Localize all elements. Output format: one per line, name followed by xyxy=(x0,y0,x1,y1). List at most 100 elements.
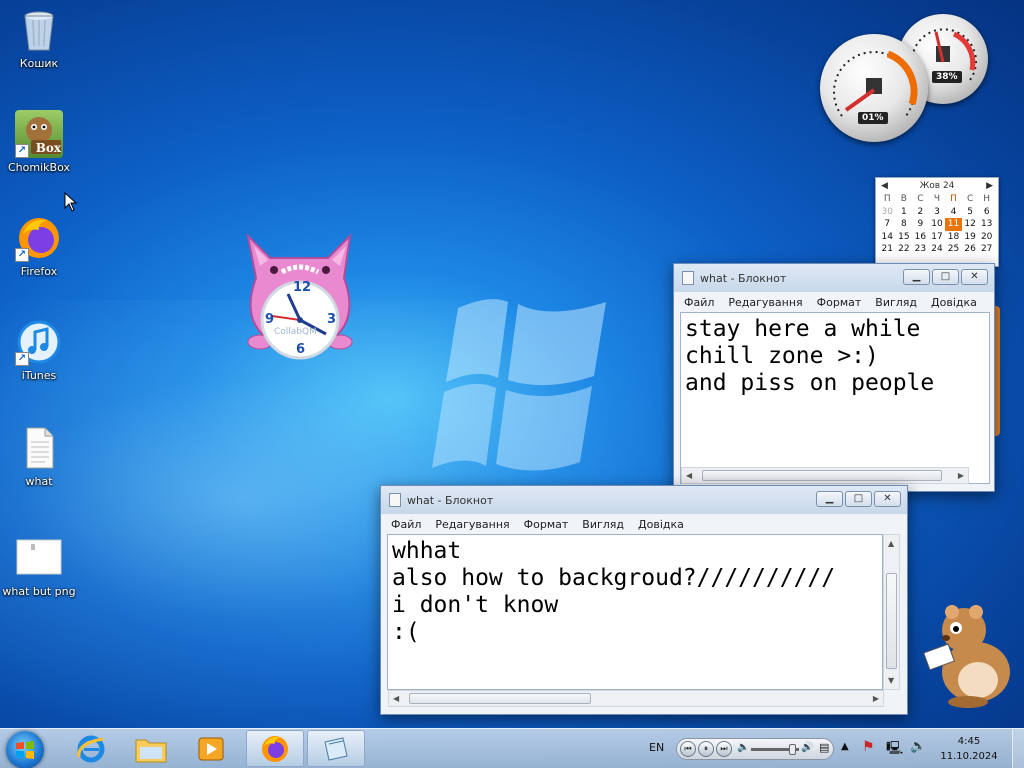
system-clock[interactable]: 4:45 11.10.2024 xyxy=(934,734,1004,764)
clock-watermark: CollabQM xyxy=(274,327,317,337)
desktop-icon-what-png[interactable]: what but png xyxy=(2,534,76,598)
calendar-gadget[interactable]: ◀ Жов 24 ▶ П В С Ч П С Н 30 1 2 3 4 5 6 … xyxy=(875,177,999,267)
calendar-day[interactable]: 14 xyxy=(879,231,896,244)
calendar-day[interactable]: 20 xyxy=(978,231,995,244)
menu-format[interactable]: Формат xyxy=(524,518,569,531)
horizontal-scrollbar[interactable]: ◀ ▶ xyxy=(681,467,969,484)
menu-view[interactable]: Вигляд xyxy=(582,518,624,531)
scrollbar-thumb[interactable] xyxy=(409,693,591,704)
calendar-day[interactable]: 9 xyxy=(912,218,929,231)
calendar-day[interactable]: 15 xyxy=(896,231,913,244)
scrollbar-thumb[interactable] xyxy=(886,573,897,669)
close-button[interactable]: ✕ xyxy=(961,269,988,285)
calendar-day[interactable]: 18 xyxy=(945,231,962,244)
maximize-button[interactable]: □ xyxy=(932,269,959,285)
taskbar-firefox[interactable] xyxy=(246,730,304,767)
vertical-scrollbar[interactable]: ▲ ▼ xyxy=(883,534,900,690)
cpu-meter-gadget[interactable]: 38% 01% xyxy=(818,14,990,146)
scroll-left-icon[interactable]: ◀ xyxy=(393,694,399,703)
text-editor-area[interactable]: whhat also how to backgroud?//////////i d… xyxy=(387,534,883,690)
calendar-day[interactable]: 6 xyxy=(978,206,995,219)
image-file-icon xyxy=(15,534,63,582)
notepad-icon xyxy=(324,736,348,761)
calendar-next-button[interactable]: ▶ xyxy=(986,181,993,191)
desktop-icon-label: Кошик xyxy=(19,57,59,70)
menu-edit[interactable]: Редагування xyxy=(728,296,802,309)
recycle-bin-icon xyxy=(15,6,63,54)
cat-clock-gadget[interactable]: 12 3 6 9 CollabQM xyxy=(238,232,362,360)
show-desktop-button[interactable] xyxy=(1012,729,1024,768)
menu-view[interactable]: Вигляд xyxy=(875,296,917,309)
horizontal-scrollbar[interactable]: ◀ ▶ xyxy=(388,690,884,707)
taskbar-notepad[interactable] xyxy=(307,730,365,767)
calendar-prev-button[interactable]: ◀ xyxy=(881,181,888,191)
menu-edit[interactable]: Редагування xyxy=(435,518,509,531)
desktop-icon-itunes[interactable]: ↗ iTunes xyxy=(2,318,76,382)
taskbar-media-player[interactable] xyxy=(182,730,240,767)
calendar-day[interactable]: 27 xyxy=(978,243,995,256)
calendar-day-today[interactable]: 11 xyxy=(945,218,962,231)
calendar-weekday: П xyxy=(950,194,957,205)
calendar-day[interactable]: 8 xyxy=(896,218,913,231)
scroll-up-icon[interactable]: ▲ xyxy=(888,539,894,548)
minimize-button[interactable]: ▁ xyxy=(816,491,843,507)
calendar-day[interactable]: 4 xyxy=(945,206,962,219)
media-menu-icon[interactable]: ▤ xyxy=(819,741,829,754)
memory-percent: 38% xyxy=(932,71,962,83)
next-track-button[interactable]: ⏭ xyxy=(716,741,732,757)
previous-track-button[interactable]: ⏮ xyxy=(680,741,696,757)
calendar-day[interactable]: 19 xyxy=(962,231,979,244)
show-hidden-icons-button[interactable]: ▲ xyxy=(841,741,849,752)
scroll-left-icon[interactable]: ◀ xyxy=(686,471,692,480)
calendar-day[interactable]: 10 xyxy=(929,218,946,231)
action-center-flag-icon[interactable]: ⚑ xyxy=(862,739,875,755)
calendar-day[interactable]: 1 xyxy=(896,206,913,219)
network-icon[interactable]: 🖳 xyxy=(886,739,903,761)
calendar-day[interactable]: 25 xyxy=(945,243,962,256)
scroll-right-icon[interactable]: ▶ xyxy=(873,694,879,703)
window-titlebar[interactable]: what - Блокнот ▁ □ ✕ xyxy=(381,486,907,514)
calendar-day[interactable]: 22 xyxy=(896,243,913,256)
desktop-icon-recycle-bin[interactable]: Кошик xyxy=(2,6,76,70)
menu-file[interactable]: Файл xyxy=(684,296,714,309)
calendar-day[interactable]: 21 xyxy=(879,243,896,256)
scroll-right-icon[interactable]: ▶ xyxy=(958,471,964,480)
desktop-icon-chomikbox[interactable]: Box ↗ ChomikBox xyxy=(2,110,76,174)
start-button[interactable] xyxy=(6,731,44,768)
shortcut-arrow-icon: ↗ xyxy=(15,248,29,262)
close-button[interactable]: ✕ xyxy=(874,491,901,507)
menu-help[interactable]: Довідка xyxy=(931,296,977,309)
scroll-down-icon[interactable]: ▼ xyxy=(888,676,894,685)
calendar-day[interactable]: 13 xyxy=(978,218,995,231)
volume-slider-handle[interactable] xyxy=(789,744,796,755)
calendar-day[interactable]: 12 xyxy=(962,218,979,231)
text-editor-area[interactable]: stay here a while chill zone >:) and piss … xyxy=(680,312,990,484)
calendar-day[interactable]: 24 xyxy=(929,243,946,256)
desktop-icon-what-txt[interactable]: what xyxy=(2,424,76,488)
minimize-button[interactable]: ▁ xyxy=(903,269,930,285)
calendar-day[interactable]: 5 xyxy=(962,206,979,219)
calendar-day[interactable]: 26 xyxy=(962,243,979,256)
menu-help[interactable]: Довідка xyxy=(638,518,684,531)
language-indicator[interactable]: EN xyxy=(649,741,664,754)
calendar-day[interactable]: 7 xyxy=(879,218,896,231)
taskbar-internet-explorer[interactable] xyxy=(62,730,120,767)
calendar-day[interactable]: 23 xyxy=(912,243,929,256)
menu-file[interactable]: Файл xyxy=(391,518,421,531)
pause-button[interactable]: ⏸ xyxy=(698,741,714,757)
calendar-day[interactable]: 30 xyxy=(879,206,896,219)
volume-tray-icon[interactable]: 🔉 xyxy=(910,739,926,754)
scrollbar-thumb[interactable] xyxy=(702,470,942,481)
notepad-window-back[interactable]: what - Блокнот ▁ □ ✕ Файл Редагування Фо… xyxy=(673,263,995,492)
notepad-window-front[interactable]: what - Блокнот ▁ □ ✕ Файл Редагування Фо… xyxy=(380,485,908,715)
calendar-day[interactable]: 16 xyxy=(912,231,929,244)
menu-format[interactable]: Формат xyxy=(817,296,862,309)
desktop-icon-firefox[interactable]: ↗ Firefox xyxy=(2,214,76,278)
calendar-day[interactable]: 3 xyxy=(929,206,946,219)
calendar-day[interactable]: 17 xyxy=(929,231,946,244)
hamster-desktop-pet-icon[interactable] xyxy=(906,600,1024,708)
maximize-button[interactable]: □ xyxy=(845,491,872,507)
window-titlebar[interactable]: what - Блокнот ▁ □ ✕ xyxy=(674,264,994,292)
taskbar-explorer[interactable] xyxy=(122,730,180,767)
calendar-day[interactable]: 2 xyxy=(912,206,929,219)
